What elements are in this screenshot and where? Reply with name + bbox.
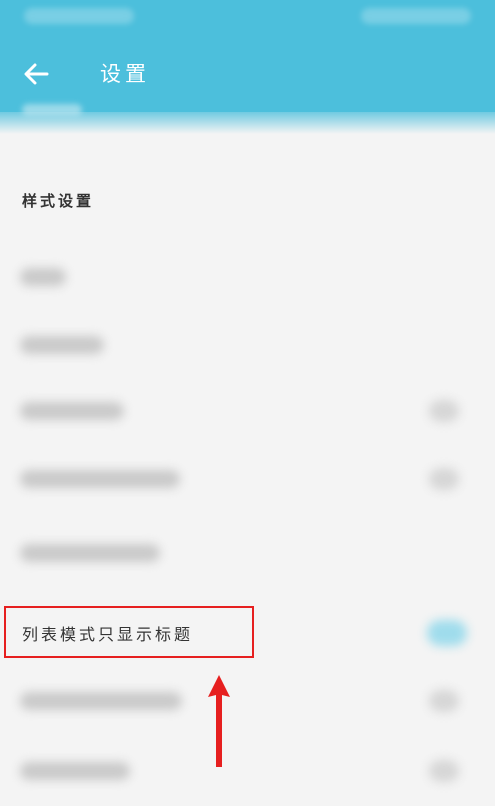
blurred-row-label — [20, 268, 66, 286]
blurred-row-label — [20, 336, 104, 354]
status-bar-right-blurred — [361, 8, 471, 24]
blurred-row-label — [20, 470, 180, 488]
settings-row-blurred[interactable] — [0, 520, 495, 588]
blurred-row-label — [20, 692, 182, 710]
blurred-row-value — [429, 400, 459, 422]
status-bar — [0, 0, 495, 36]
settings-row-blurred[interactable] — [0, 378, 495, 446]
back-button[interactable] — [14, 54, 58, 94]
settings-row-blurred[interactable] — [0, 668, 495, 736]
app-bar — [0, 36, 495, 112]
status-bar-left-blurred — [24, 8, 134, 24]
section-title-style-settings: 样式设置 — [22, 192, 95, 210]
blurred-row-value — [429, 468, 459, 490]
blurred-row-label — [20, 402, 124, 420]
settings-row-blurred[interactable] — [0, 312, 495, 380]
settings-row-blurred[interactable] — [0, 244, 495, 312]
settings-row-blurred[interactable] — [0, 446, 495, 514]
highlight-annotation-box — [4, 606, 254, 658]
arrow-left-icon — [24, 63, 49, 85]
arrow-up-icon — [208, 675, 230, 767]
toggle-switch[interactable] — [427, 620, 467, 646]
blurred-header-text — [22, 104, 82, 116]
settings-row-blurred[interactable] — [0, 738, 495, 806]
blurred-row-label — [20, 544, 160, 562]
blurred-row-value — [429, 760, 459, 782]
page-title: 设置 — [100, 62, 150, 86]
blurred-row-value — [429, 690, 459, 712]
blurred-row-label — [20, 762, 130, 780]
